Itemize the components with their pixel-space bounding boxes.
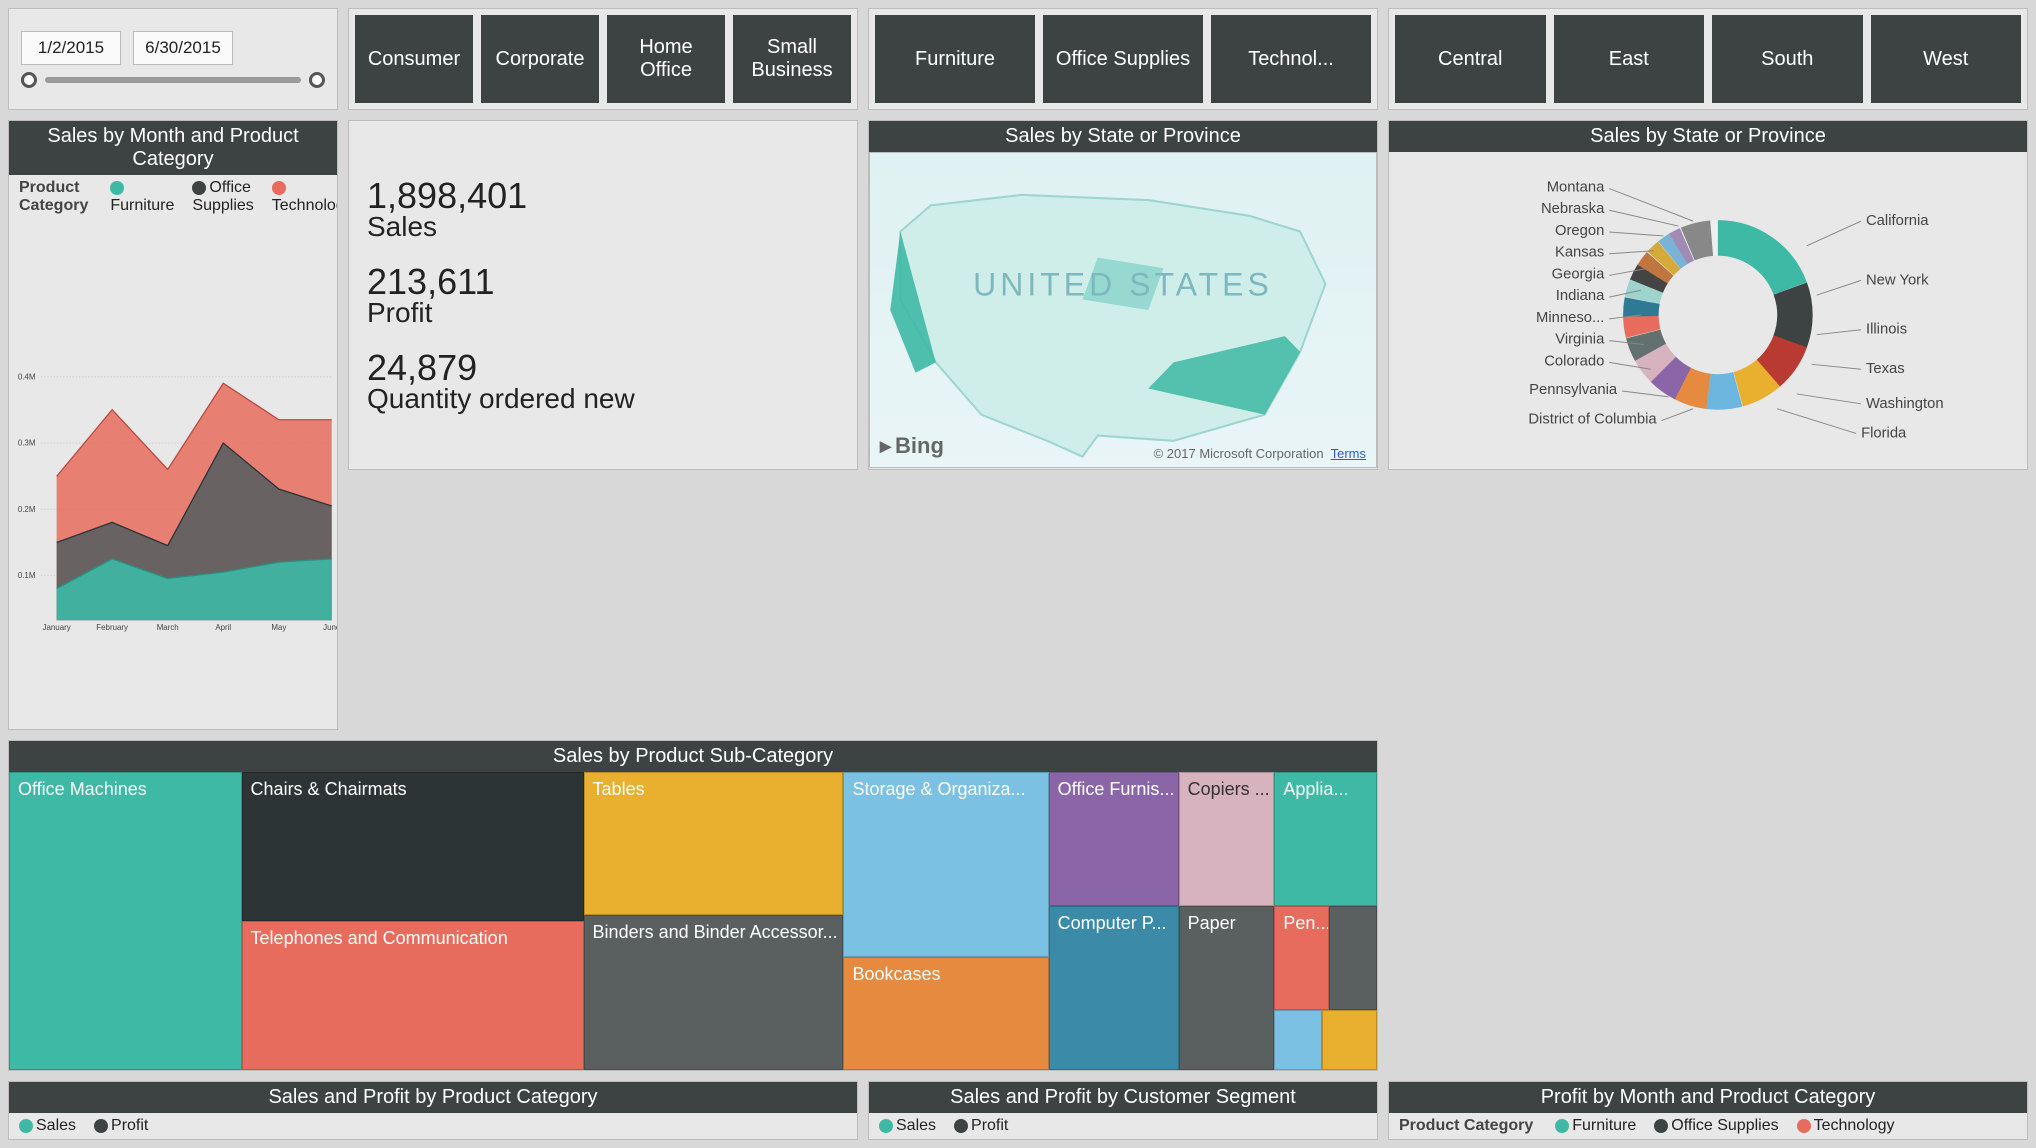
profit-legend-furniture: Furniture [1572,1117,1636,1134]
segment-corporate[interactable]: Corporate [481,15,599,103]
kpi-qty-label: Quantity ordered new [367,383,839,415]
svg-text:0.2M: 0.2M [18,505,36,514]
svg-text:Minneso...: Minneso... [1536,310,1604,326]
bl-cat-legend-sales: Sales [36,1117,76,1134]
bl-cat-legend-profit: Profit [111,1117,148,1134]
svg-text:District of Columbia: District of Columbia [1528,412,1657,428]
svg-text:0.4M: 0.4M [18,373,36,382]
date-to-input[interactable]: 6/30/2015 [133,31,233,65]
segment-home-office[interactable]: Home Office [607,15,725,103]
date-from-input[interactable]: 1/2/2015 [21,31,121,65]
map-terms-link[interactable]: Terms [1331,446,1366,461]
map-title: Sales by State or Province [869,121,1377,152]
area-legend-header: Product Category [19,179,88,215]
treemap-title: Sales by Product Sub-Category [9,741,1377,772]
cat-office-supplies[interactable]: Office Supplies [1043,15,1203,103]
date-slider[interactable] [21,73,325,87]
profit-legend-header: Product Category [1399,1117,1533,1135]
area-title: Sales by Month and Product Category [9,121,337,175]
segment-slicer: Consumer Corporate Home Office Small Bus… [348,8,858,110]
svg-text:Florida: Florida [1861,425,1907,441]
tm-office-furn[interactable]: Office Furnis... [1049,772,1179,906]
cat-furniture[interactable]: Furniture [875,15,1035,103]
kpi-cards: 1,898,401 Sales 213,611 Profit 24,879 Qu… [348,120,858,470]
svg-text:Indiana: Indiana [1556,288,1605,304]
profit-bar-title: Profit by Month and Product Category [1389,1082,2027,1113]
svg-text:New York: New York [1866,272,1929,288]
tm-storage[interactable]: Storage & Organiza... [843,772,1048,957]
barline-category-visual[interactable]: Sales and Profit by Product Category Sal… [8,1081,858,1140]
barline-segment-visual[interactable]: Sales and Profit by Customer Segment Sal… [868,1081,1378,1140]
svg-text:Oregon: Oregon [1555,223,1604,239]
region-central[interactable]: Central [1395,15,1546,103]
svg-text:Kansas: Kansas [1555,245,1604,261]
area-visual[interactable]: Sales by Month and Product Category Prod… [8,120,338,730]
region-south[interactable]: South [1712,15,1863,103]
region-west[interactable]: West [1871,15,2022,103]
map-visual[interactable]: Sales by State or Province UNITED STATES… [868,120,1378,470]
cat-technology[interactable]: Technol... [1211,15,1371,103]
barline-seg-title: Sales and Profit by Customer Segment [869,1082,1377,1113]
region-east[interactable]: East [1554,15,1705,103]
tm-computer-p[interactable]: Computer P... [1049,906,1179,1070]
svg-text:California: California [1866,213,1929,229]
map-center-label: UNITED STATES [973,266,1273,303]
svg-text:February: February [96,623,128,632]
svg-text:0.1M: 0.1M [18,571,36,580]
map-copyright: © 2017 Microsoft Corporation Terms [1154,446,1366,461]
svg-text:March: March [157,623,179,632]
svg-text:Nebraska: Nebraska [1541,201,1605,217]
segment-consumer[interactable]: Consumer [355,15,473,103]
svg-text:June: June [323,623,337,632]
tm-appliances[interactable]: Applia... [1274,772,1377,906]
profit-bar-visual[interactable]: Profit by Month and Product Category Pro… [1388,1081,2028,1140]
tm-chairs[interactable]: Chairs & Chairmats [242,772,584,921]
donut-title: Sales by State or Province [1389,121,2027,152]
profit-legend-tech: Technology [1814,1117,1895,1134]
region-slicer: Central East South West [1388,8,2028,110]
svg-text:Washington: Washington [1866,396,1944,412]
donut-visual[interactable]: Sales by State or Province [1388,120,2028,470]
bing-logo: ▸ Bing [880,433,944,459]
segment-small-business[interactable]: Small Business [733,15,851,103]
tm-pens[interactable]: Pen... [1274,906,1329,1010]
area-legend-furniture: Furniture [110,197,174,214]
tm-copiers[interactable]: Copiers ... [1179,772,1275,906]
barline-cat-title: Sales and Profit by Product Category [9,1082,857,1113]
date-slicer[interactable]: 1/2/2015 6/30/2015 [8,8,338,110]
svg-text:Virginia: Virginia [1555,332,1605,348]
tm-paper[interactable]: Paper [1179,906,1275,1070]
svg-text:Pennsylvania: Pennsylvania [1529,382,1618,398]
svg-text:Illinois: Illinois [1866,322,1907,338]
treemap-visual[interactable]: Sales by Product Sub-Category Office Mac… [8,740,1378,1071]
tm-telephones[interactable]: Telephones and Communication [242,921,584,1070]
svg-text:0.3M: 0.3M [18,439,36,448]
tm-bookcases[interactable]: Bookcases [843,957,1048,1070]
svg-text:Colorado: Colorado [1544,353,1604,369]
bing-icon: ▸ [880,433,891,459]
bl-seg-legend-sales: Sales [896,1117,936,1134]
bl-seg-legend-profit: Profit [971,1117,1008,1134]
svg-text:Georgia: Georgia [1552,266,1605,282]
svg-text:January: January [43,623,71,632]
profit-legend-office: Office Supplies [1671,1117,1778,1134]
category-slicer: Furniture Office Supplies Technol... [868,8,1378,110]
svg-text:Texas: Texas [1866,361,1905,377]
svg-text:Montana: Montana [1547,180,1605,196]
area-legend-tech: Technology [272,197,338,214]
tm-office-machines[interactable]: Office Machines [9,772,242,1070]
tm-tables[interactable]: Tables [584,772,844,915]
svg-text:April: April [215,623,231,632]
tm-binders[interactable]: Binders and Binder Accessor... [584,915,844,1070]
svg-text:May: May [271,623,286,632]
